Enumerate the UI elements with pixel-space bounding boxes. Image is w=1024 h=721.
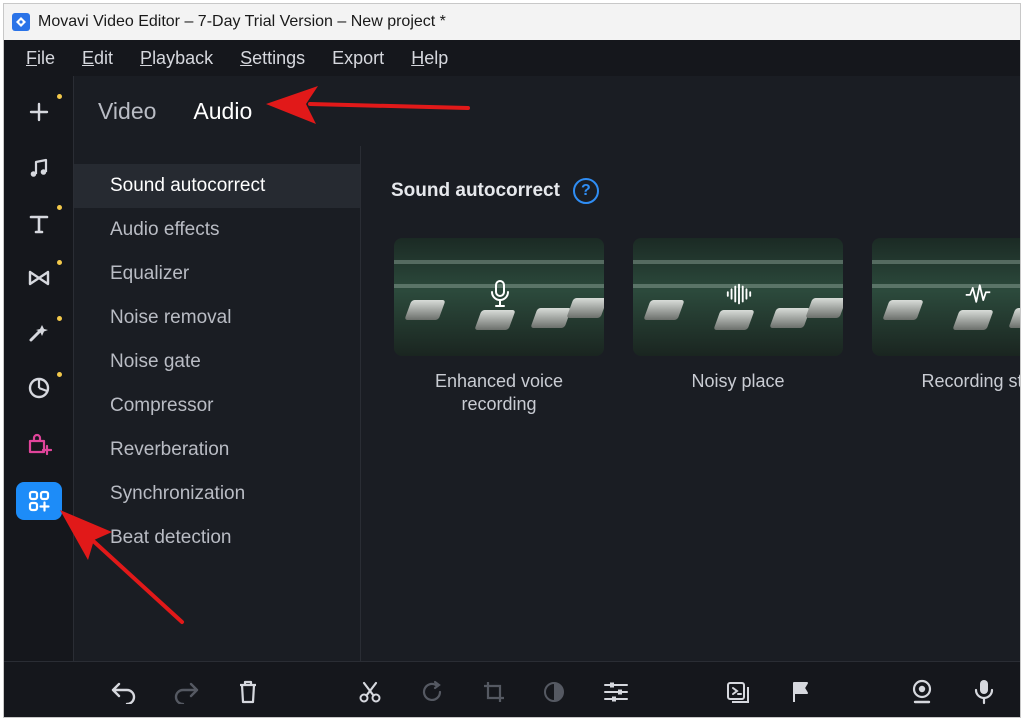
category-compressor[interactable]: Compressor bbox=[74, 384, 361, 428]
title-bar: Movavi Video Editor – 7-Day Trial Versio… bbox=[4, 4, 1020, 40]
category-noise-gate[interactable]: Noise gate bbox=[74, 340, 361, 384]
new-indicator-dot bbox=[57, 205, 62, 210]
menu-settings[interactable]: Settings bbox=[240, 48, 305, 69]
redo-icon[interactable] bbox=[172, 678, 200, 706]
undo-icon[interactable] bbox=[110, 678, 138, 706]
left-toolbar bbox=[4, 76, 74, 661]
new-indicator-dot bbox=[57, 372, 62, 377]
crop-icon[interactable] bbox=[480, 678, 508, 706]
transitions-icon[interactable] bbox=[16, 258, 62, 298]
webcam-icon[interactable] bbox=[908, 678, 936, 706]
menu-help[interactable]: Help bbox=[411, 48, 448, 69]
stickers-icon[interactable] bbox=[16, 368, 62, 408]
menu-edit[interactable]: Edit bbox=[82, 48, 113, 69]
cut-icon[interactable] bbox=[356, 678, 384, 706]
media-tabs: Video Audio bbox=[74, 76, 1020, 146]
delete-icon[interactable] bbox=[234, 678, 262, 706]
menu-playback[interactable]: Playback bbox=[140, 48, 213, 69]
category-noise-removal[interactable]: Noise removal bbox=[74, 296, 361, 340]
category-sound-autocorrect[interactable]: Sound autocorrect bbox=[74, 164, 361, 208]
menu-bar: File Edit Playback Settings Export Help bbox=[4, 40, 1020, 76]
help-icon[interactable]: ? bbox=[572, 178, 599, 204]
category-audio-effects[interactable]: Audio effects bbox=[74, 208, 361, 252]
timeline-toolbar bbox=[4, 661, 1020, 717]
color-adjust-icon[interactable] bbox=[540, 678, 568, 706]
preset-thumbnail bbox=[394, 238, 604, 356]
category-reverberation[interactable]: Reverberation bbox=[74, 428, 361, 472]
new-indicator-dot bbox=[57, 260, 62, 265]
category-equalizer[interactable]: Equalizer bbox=[74, 252, 361, 296]
preset-thumbnail bbox=[633, 238, 843, 356]
music-icon[interactable] bbox=[16, 148, 62, 188]
effects-store-icon[interactable] bbox=[16, 424, 62, 464]
category-synchronization[interactable]: Synchronization bbox=[74, 472, 361, 516]
clip-properties-icon[interactable] bbox=[602, 678, 630, 706]
marker-flag-icon[interactable] bbox=[786, 678, 814, 706]
tab-audio[interactable]: Audio bbox=[193, 98, 252, 125]
add-icon[interactable] bbox=[16, 92, 62, 132]
app-logo-icon bbox=[12, 13, 30, 31]
section-title: Sound autocorrect ? bbox=[391, 178, 599, 204]
preset-label: Recording stu bbox=[921, 371, 1020, 391]
category-beat-detection[interactable]: Beat detection bbox=[74, 516, 361, 560]
audio-wave-icon bbox=[964, 278, 992, 310]
new-indicator-dot bbox=[57, 94, 62, 99]
preset-label: Enhanced voice recording bbox=[434, 371, 564, 414]
menu-export[interactable]: Export bbox=[332, 48, 384, 69]
preset-panel: Sound autocorrect ? Enhanced voice recor… bbox=[361, 146, 1020, 661]
preset-label: Noisy place bbox=[691, 371, 785, 391]
filters-icon[interactable] bbox=[16, 312, 62, 352]
new-indicator-dot bbox=[57, 316, 62, 321]
preset-thumbnail bbox=[872, 238, 1020, 356]
export-clip-icon[interactable] bbox=[724, 678, 752, 706]
preset-card-noisy-place[interactable]: Noisy place bbox=[633, 238, 843, 393]
rotate-icon[interactable] bbox=[418, 678, 446, 706]
menu-file[interactable]: File bbox=[26, 48, 55, 69]
audio-category-list: Sound autocorrect Audio effects Equalize… bbox=[74, 164, 361, 661]
microphone-icon bbox=[486, 278, 514, 310]
record-audio-icon[interactable] bbox=[970, 678, 998, 706]
window-title: Movavi Video Editor – 7-Day Trial Versio… bbox=[38, 13, 446, 30]
more-tools-icon[interactable] bbox=[16, 482, 62, 520]
preset-card-recording-studio[interactable]: Recording stu bbox=[872, 238, 1020, 393]
preset-card-enhanced-voice[interactable]: Enhanced voice recording bbox=[394, 238, 604, 416]
titles-icon[interactable] bbox=[16, 204, 62, 244]
app-window: Movavi Video Editor – 7-Day Trial Versio… bbox=[3, 3, 1021, 718]
tab-video[interactable]: Video bbox=[98, 98, 156, 125]
waveform-icon bbox=[725, 278, 753, 310]
